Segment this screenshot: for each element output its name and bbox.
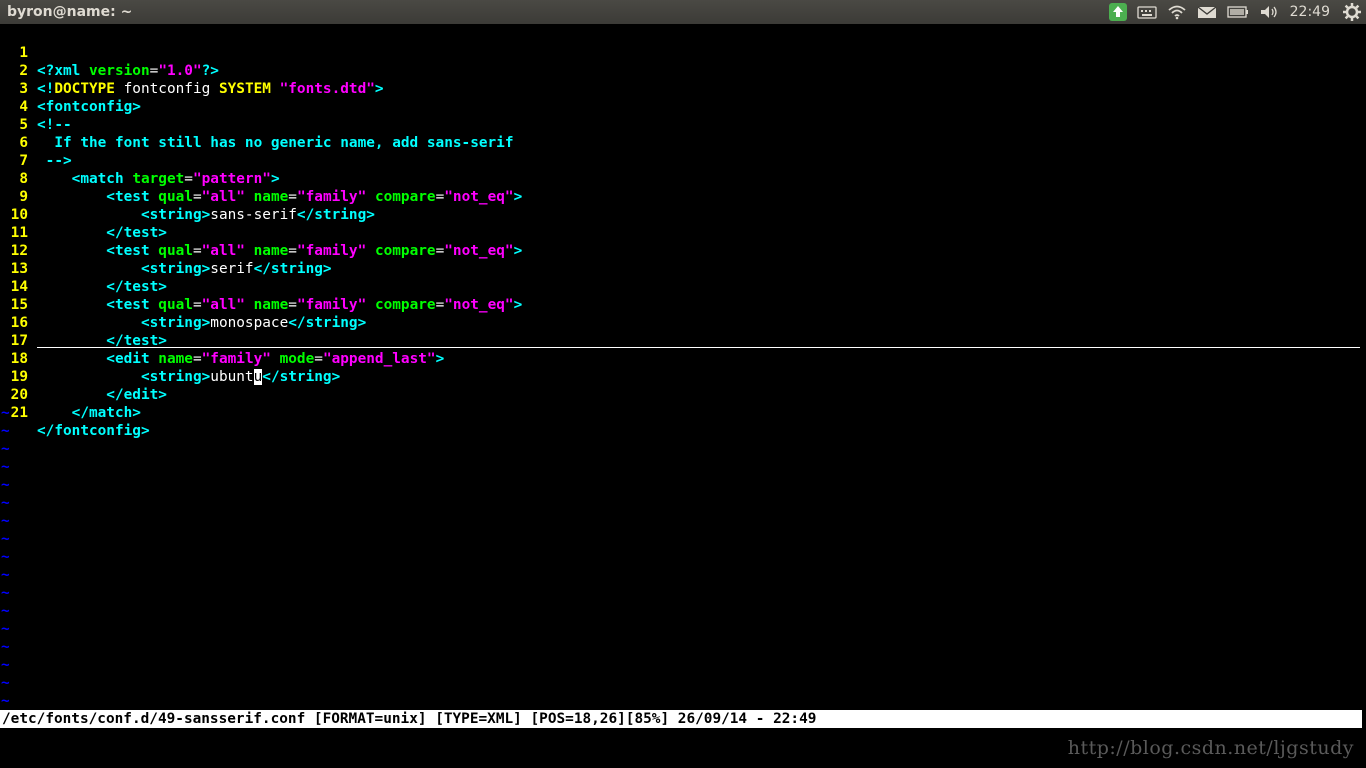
tilde-marker: ~ [1,459,10,475]
code-line: 19 </edit> [0,350,1366,403]
code-line: 5 If the font still has no generic name,… [0,98,1366,151]
tilde-marker: ~ [1,567,10,583]
top-panel: byron@name: ~ 22:49 [0,0,1366,24]
code-line: 17 <edit name="family" mode="append_last… [0,314,1366,367]
code-line: 4 <!-- [0,80,1366,133]
wifi-icon[interactable] [1167,0,1187,24]
tilde-marker: ~ [1,621,10,637]
code-line: 2 <!DOCTYPE fontconfig SYSTEM "fonts.dtd… [0,44,1366,97]
tilde-marker: ~ [1,531,10,547]
tilde-marker: ~ [1,477,10,493]
status-line: /etc/fonts/conf.d/49-sansserif.conf [FOR… [0,710,1362,728]
code-line: 3 <fontconfig> [0,62,1366,115]
code-line: 8 <test qual="all" name="family" compare… [0,152,1366,205]
tilde-marker: ~ [1,657,10,673]
cursor-line-underline [37,347,1360,348]
code-line: 14 <test qual="all" name="family" compar… [0,260,1366,313]
code-line: 6 --> [0,116,1366,169]
tilde-marker: ~ [1,513,10,529]
code-line: 20 </match> [0,368,1366,421]
keyboard-icon[interactable] [1136,0,1157,24]
code-line: 16 </test> [0,296,1366,349]
code-line: 9 <string>sans-serif</string> [0,170,1366,223]
clock[interactable]: 22:49 [1290,4,1330,20]
update-icon[interactable] [1108,0,1127,24]
tilde-marker: ~ [1,441,10,457]
code-line: 10 </test> [0,188,1366,241]
tilde-marker: ~ [1,549,10,565]
tilde-marker: ~ [1,639,10,655]
battery-icon[interactable] [1226,0,1249,24]
code-line: 11 <test qual="all" name="family" compar… [0,206,1366,259]
tilde-marker: ~ [1,585,10,601]
settings-gear-icon[interactable] [1343,0,1361,24]
tilde-marker: ~ [1,693,10,709]
code-line: 12 <string>serif</string> [0,224,1366,277]
code-line: 7 <match target="pattern"> [0,134,1366,187]
tilde-marker: ~ [1,603,10,619]
tilde-marker: ~ [1,675,10,691]
line-text: </fontconfig> [37,423,150,439]
code-line: 13 </test> [0,242,1366,295]
watermark: http://blog.csdn.net/ljgstudy [1067,737,1354,759]
tilde-marker: ~ [1,405,10,421]
mail-icon[interactable] [1197,0,1217,24]
volume-icon[interactable] [1259,0,1279,24]
tilde-marker: ~ [1,495,10,511]
code-line: 21 </fontconfig> [0,386,1366,439]
tilde-marker: ~ [1,423,10,439]
code-line: 15 <string>monospace</string> [0,278,1366,331]
code-line: 1 <?xml version="1.0"?> [0,26,1366,79]
system-tray: 22:49 [1104,0,1366,24]
window-title: byron@name: ~ [7,4,133,20]
line-text: </match> [37,405,141,421]
